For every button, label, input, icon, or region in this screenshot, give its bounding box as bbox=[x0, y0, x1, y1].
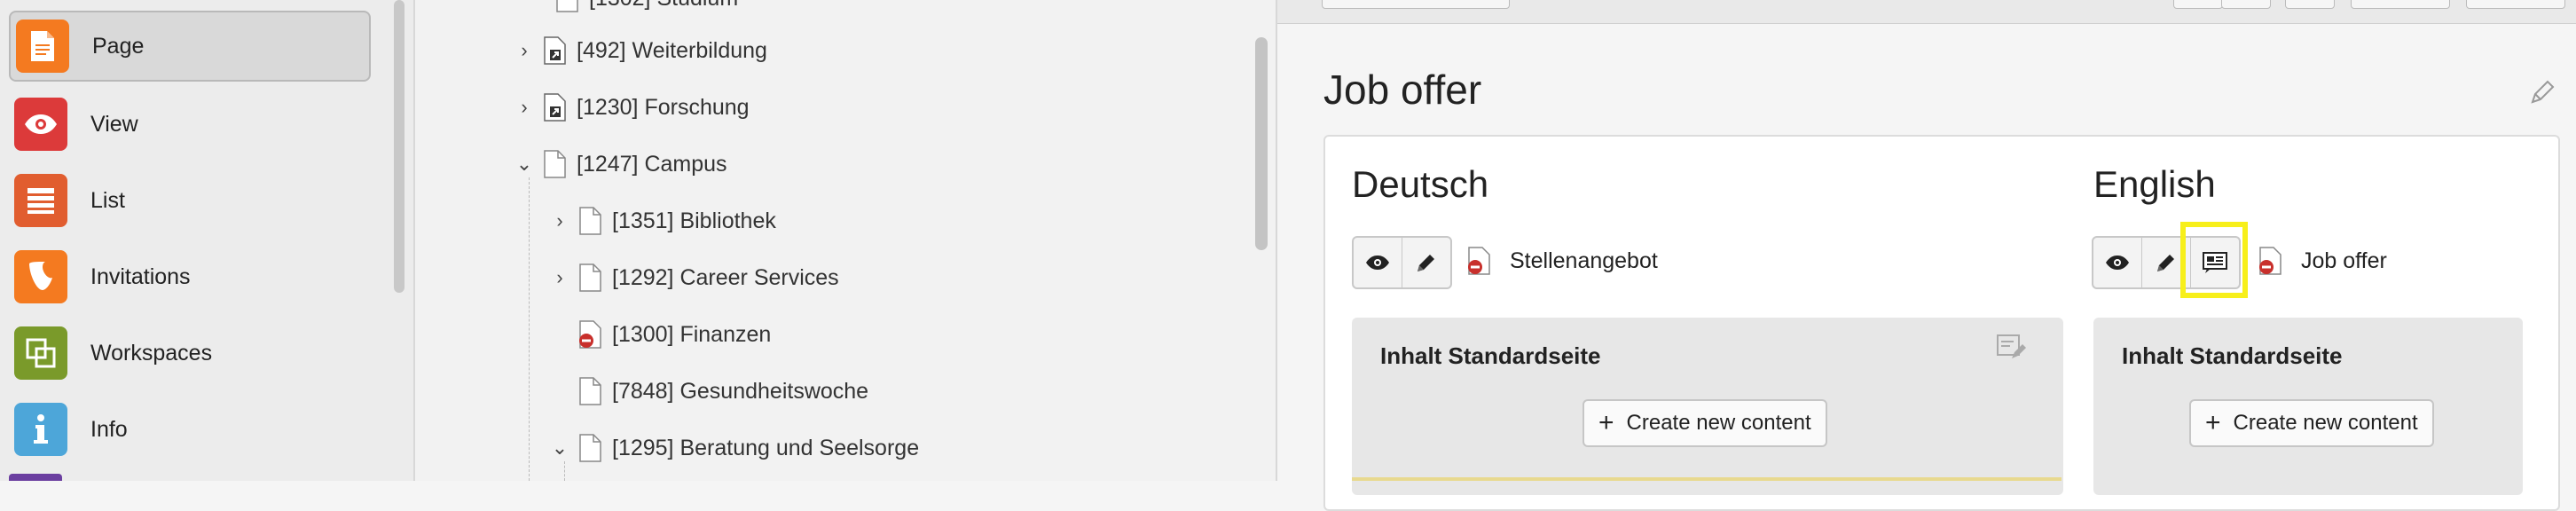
toolbar-button[interactable] bbox=[2173, 0, 2223, 9]
page-icon bbox=[16, 20, 69, 73]
tree-node-label: [492] Weiterbildung bbox=[577, 37, 767, 63]
tree-node-1295[interactable]: ⌄ [1295] Beratung und Seelsorge bbox=[546, 430, 919, 466]
pencil-icon bbox=[2157, 255, 2174, 271]
tree-node-label: [1302] Studium bbox=[589, 0, 738, 12]
hidden-page-icon bbox=[2259, 247, 2281, 275]
create-new-content-button[interactable]: + Create new content bbox=[1583, 399, 1827, 447]
page-title: Job offer bbox=[1323, 67, 1482, 113]
module-label-invitations: Invitations bbox=[90, 263, 191, 289]
module-menu: Page View List Invitations Workspaces In… bbox=[0, 0, 415, 481]
view-page-button[interactable] bbox=[1354, 238, 1402, 287]
content-element-edge bbox=[1352, 477, 2062, 481]
tree-node-1351[interactable]: › [1351] Bibliothek bbox=[546, 203, 776, 239]
eye-icon bbox=[2106, 256, 2129, 270]
eye-icon bbox=[1366, 256, 1389, 270]
tree-node-1292[interactable]: › [1292] Career Services bbox=[546, 260, 839, 295]
toolbar-button[interactable] bbox=[2221, 0, 2271, 9]
view-page-button[interactable] bbox=[2093, 238, 2142, 287]
column-title: Inhalt Standardseite bbox=[2122, 342, 2343, 369]
language-heading-english: English bbox=[2093, 163, 2216, 205]
expand-chevron-icon[interactable]: › bbox=[546, 266, 573, 289]
hidden-page-icon bbox=[1468, 247, 1490, 275]
pencil-icon bbox=[1418, 255, 1434, 271]
tree-node-label: [7848] Gesundheitswoche bbox=[612, 378, 869, 404]
tree-node-label: [1247] Campus bbox=[577, 151, 727, 177]
page-tree: [1302] Studium › [492] Weiterbildung › [… bbox=[415, 0, 1277, 481]
tree-node-1247[interactable]: ⌄ [1247] Campus bbox=[511, 146, 727, 182]
tree-node-label: [1351] Bibliothek bbox=[612, 208, 776, 233]
tree-node-label: [1300] Finanzen bbox=[612, 321, 772, 347]
module-label-page: Page bbox=[92, 33, 145, 59]
toolbar-button[interactable] bbox=[2466, 0, 2565, 9]
deutsch-page-record[interactable]: Stellenangebot bbox=[1467, 247, 1658, 275]
edit-page-pencil-icon[interactable] bbox=[2528, 78, 2556, 106]
module-label-info: Info bbox=[90, 416, 128, 442]
module-menu-scrollbar[interactable] bbox=[394, 0, 404, 293]
tree-node-492[interactable]: › [492] Weiterbildung bbox=[511, 33, 767, 68]
create-new-content-label: Create new content bbox=[2233, 411, 2418, 435]
doc-header-toolbar bbox=[1277, 0, 2576, 24]
toolbar-button[interactable] bbox=[2285, 0, 2335, 9]
shortcut-page-icon bbox=[544, 93, 566, 122]
page-tree-scrollbar[interactable] bbox=[1255, 37, 1268, 250]
expand-chevron-icon[interactable]: › bbox=[511, 96, 538, 119]
content-column-deutsch: Inhalt Standardseite + Create new conten… bbox=[1352, 318, 2063, 495]
eye-icon bbox=[14, 98, 67, 151]
language-heading-deutsch: Deutsch bbox=[1352, 163, 1489, 205]
edit-page-button[interactable] bbox=[1402, 238, 1450, 287]
toolbar-button[interactable] bbox=[2351, 0, 2450, 9]
tree-node-label: [1295] Beratung und Seelsorge bbox=[612, 435, 920, 460]
content-column-english: Inhalt Standardseite + Create new conten… bbox=[2093, 318, 2523, 495]
page-icon bbox=[556, 0, 578, 12]
list-icon bbox=[14, 174, 67, 227]
next-module-icon[interactable] bbox=[9, 474, 62, 481]
english-page-record[interactable]: Job offer bbox=[2258, 247, 2387, 275]
deutsch-page-actions bbox=[1352, 236, 1452, 289]
collapse-chevron-icon[interactable]: ⌄ bbox=[511, 153, 538, 176]
toolbar-button[interactable] bbox=[1322, 0, 1510, 9]
highlight-box bbox=[2180, 222, 2248, 298]
module-view[interactable]: View bbox=[9, 89, 371, 160]
page-icon bbox=[579, 434, 601, 462]
deutsch-page-title: Stellenangebot bbox=[1510, 248, 1658, 273]
hidden-page-icon bbox=[579, 320, 601, 349]
tree-node-label: [1230] Forschung bbox=[577, 94, 750, 120]
expand-chevron-icon[interactable]: › bbox=[546, 209, 573, 232]
shortcut-page-icon bbox=[544, 36, 566, 65]
info-icon bbox=[14, 403, 67, 456]
tree-node-1300[interactable]: [1300] Finanzen bbox=[546, 317, 771, 352]
page-icon bbox=[579, 207, 601, 235]
tree-node-7848[interactable]: [7848] Gesundheitswoche bbox=[546, 373, 868, 409]
module-invitations[interactable]: Invitations bbox=[9, 241, 371, 312]
module-label-list: List bbox=[90, 187, 125, 213]
plus-icon: + bbox=[1598, 408, 1614, 437]
plus-icon: + bbox=[2205, 408, 2221, 437]
workspaces-icon bbox=[14, 326, 67, 380]
module-label-workspaces: Workspaces bbox=[90, 340, 213, 366]
tree-node-partial[interactable]: [1302] Studium bbox=[523, 0, 738, 16]
create-new-content-button[interactable]: + Create new content bbox=[2189, 399, 2434, 447]
expand-chevron-icon[interactable]: › bbox=[511, 39, 538, 62]
tree-guide-line bbox=[529, 177, 530, 481]
module-info[interactable]: Info bbox=[9, 394, 371, 465]
typo3-icon bbox=[14, 250, 67, 303]
page-icon bbox=[544, 150, 566, 178]
column-title: Inhalt Standardseite bbox=[1380, 342, 1601, 369]
tree-node-label: [1292] Career Services bbox=[612, 264, 839, 290]
edit-column-icon[interactable] bbox=[1996, 334, 2026, 362]
module-label-view: View bbox=[90, 111, 138, 137]
page-icon bbox=[579, 263, 601, 292]
page-icon bbox=[579, 377, 601, 405]
module-workspaces[interactable]: Workspaces bbox=[9, 318, 371, 389]
english-page-title: Job offer bbox=[2301, 248, 2387, 273]
tree-node-1230[interactable]: › [1230] Forschung bbox=[511, 90, 750, 125]
module-list[interactable]: List bbox=[9, 165, 371, 236]
collapse-chevron-icon[interactable]: ⌄ bbox=[546, 436, 573, 460]
module-page[interactable]: Page bbox=[9, 11, 371, 82]
create-new-content-label: Create new content bbox=[1626, 411, 1811, 435]
